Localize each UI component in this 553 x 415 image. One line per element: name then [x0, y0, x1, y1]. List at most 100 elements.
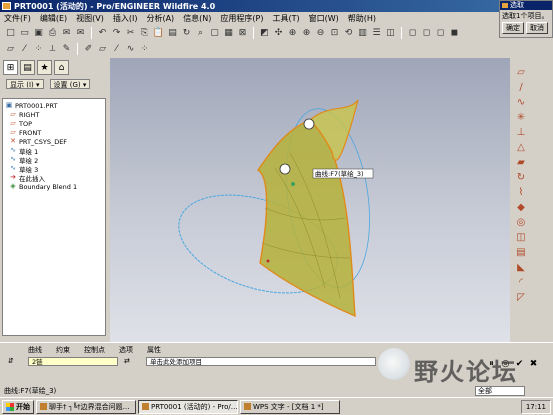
folder-browser-tab-icon[interactable]: ▤	[20, 60, 35, 75]
cancel-button[interactable]: 取消	[526, 22, 548, 34]
boundary-blend-icon: ◈	[10, 182, 16, 190]
undo-icon[interactable]: ↶	[96, 26, 109, 39]
wireframe-icon[interactable]: ◻	[406, 26, 419, 39]
tab-properties[interactable]: 属性	[147, 345, 161, 354]
menu-window[interactable]: 窗口(W)	[309, 13, 339, 24]
orient-icon[interactable]: ⊕	[286, 26, 299, 39]
control-point-handle[interactable]	[303, 118, 315, 130]
no-hidden-icon[interactable]: ◻	[434, 26, 447, 39]
datum-plane-display-icon[interactable]: ▱	[4, 42, 17, 55]
email-link-icon[interactable]: ✉	[74, 26, 87, 39]
hole-icon[interactable]: ◎	[515, 216, 528, 229]
taskbar-item[interactable]: 聊手† ┐╚†边界混合问题…	[36, 399, 136, 414]
datum-axis-icon[interactable]: /	[515, 81, 528, 94]
datum-plane-icon[interactable]: ▱	[515, 66, 528, 79]
round-icon[interactable]: ◜	[515, 276, 528, 289]
taskbar: 开始 聊手† ┐╚†边界混合问题… PRT0001 (活动的) - Pro/… …	[0, 397, 553, 415]
first-direction-collector[interactable]: 2链	[28, 356, 118, 366]
tree-item[interactable]: ◈ Boundary Blend 1	[5, 182, 103, 191]
selection-filter[interactable]: 全部	[475, 386, 525, 396]
hidden-line-icon[interactable]: ◻	[420, 26, 433, 39]
graphics-viewport[interactable]: 曲线:F7(草绘_3)	[110, 58, 510, 342]
taskbar-item-active[interactable]: PRT0001 (活动的) - Pro/…	[138, 399, 238, 414]
sweep-icon[interactable]: ⌇	[515, 186, 528, 199]
rib-icon[interactable]: ▤	[515, 246, 528, 259]
ok-button[interactable]: 确定	[502, 22, 524, 34]
menu-insert[interactable]: 插入(I)	[113, 13, 138, 24]
new-icon[interactable]: □	[4, 26, 17, 39]
tree-item[interactable]: ▣ PRT0001.PRT	[5, 101, 103, 110]
open-icon[interactable]: ▭	[18, 26, 31, 39]
annotation-display-icon[interactable]: ✎	[60, 42, 73, 55]
menu-info[interactable]: 信息(N)	[183, 13, 211, 24]
redo-icon[interactable]: ↷	[110, 26, 123, 39]
tree-item[interactable]: ▱ FRONT	[5, 128, 103, 137]
control-point-handle[interactable]	[279, 163, 291, 175]
start-button[interactable]: 开始	[2, 399, 34, 414]
analysis-icon[interactable]: △	[515, 141, 528, 154]
regenerate-icon[interactable]: ↻	[180, 26, 193, 39]
email-icon[interactable]: ✉	[60, 26, 73, 39]
reorient-icon[interactable]: ⟲	[342, 26, 355, 39]
blend-icon[interactable]: ◆	[515, 201, 528, 214]
draft-icon[interactable]: ◣	[515, 261, 528, 274]
menu-applications[interactable]: 应用程序(P)	[220, 13, 263, 24]
shading-icon[interactable]: ◼	[448, 26, 461, 39]
menu-help[interactable]: 帮助(H)	[348, 13, 376, 24]
menu-file[interactable]: 文件(F)	[4, 13, 31, 24]
csys-display-icon[interactable]: ⟂	[46, 42, 59, 55]
taskbar-item[interactable]: WPS 文字 - [文档 1 *]	[240, 399, 340, 414]
menu-tools[interactable]: 工具(T)	[273, 13, 300, 24]
tab-curves[interactable]: 曲线	[28, 345, 42, 354]
layers-icon[interactable]: ☰	[370, 26, 383, 39]
chamfer-icon[interactable]: ◸	[515, 291, 528, 304]
datum-point-display-icon[interactable]: ⁘	[32, 42, 45, 55]
selection-dialog-title: 选取	[500, 1, 552, 10]
view-manager-icon[interactable]: ◫	[384, 26, 397, 39]
paste-icon[interactable]: 📋	[152, 26, 165, 39]
extrude-icon[interactable]: ▰	[515, 156, 528, 169]
zoom-in-icon[interactable]: ⊕	[300, 26, 313, 39]
tree-item[interactable]: ▱ RIGHT	[5, 110, 103, 119]
datum-plane-tool-icon[interactable]: ▱	[96, 42, 109, 55]
datum-point-icon[interactable]: ✳	[515, 111, 528, 124]
datum-curve-icon[interactable]: ∿	[515, 96, 528, 109]
print-icon[interactable]: ⎙	[46, 26, 59, 39]
menu-analysis[interactable]: 分析(A)	[146, 13, 174, 24]
find-icon[interactable]: ⌕	[194, 26, 207, 39]
window-icon[interactable]: ▦	[222, 26, 235, 39]
saved-views-icon[interactable]: ▥	[356, 26, 369, 39]
datum-axis-display-icon[interactable]: ⁄	[18, 42, 31, 55]
second-direction-collector[interactable]: 单击此处添加项目	[146, 356, 376, 366]
copy-icon[interactable]: ⎘	[138, 26, 151, 39]
sketch-tool-icon[interactable]: ✐	[82, 42, 95, 55]
tab-constraints[interactable]: 约束	[56, 345, 70, 354]
shell-icon[interactable]: ◫	[515, 231, 528, 244]
model-tree-tab-icon[interactable]: ⊞	[3, 60, 18, 75]
model-canvas[interactable]: 曲线:F7(草绘_3)	[110, 58, 510, 342]
close-window-icon[interactable]: ⊠	[236, 26, 249, 39]
tree-item[interactable]: ▱ TOP	[5, 119, 103, 128]
settings-dropdown[interactable]: 设置 (G) ▾	[49, 79, 91, 89]
refit-icon[interactable]: ⊡	[328, 26, 341, 39]
paste-special-icon[interactable]: ▤	[166, 26, 179, 39]
favorites-tab-icon[interactable]: ★	[37, 60, 52, 75]
datum-axis-tool-icon[interactable]: ⁄	[110, 42, 123, 55]
spin-center-icon[interactable]: ✣	[272, 26, 285, 39]
tab-options[interactable]: 选项	[119, 345, 133, 354]
repaint-icon[interactable]: ◩	[258, 26, 271, 39]
datum-curve-tool-icon[interactable]: ∿	[124, 42, 137, 55]
history-tab-icon[interactable]: ⌂	[54, 60, 69, 75]
zoom-out-icon[interactable]: ⊖	[314, 26, 327, 39]
datum-point-tool-icon[interactable]: ⁘	[138, 42, 151, 55]
menu-view[interactable]: 视图(V)	[76, 13, 104, 24]
csys-icon[interactable]: ⊥	[515, 126, 528, 139]
tab-control-points[interactable]: 控制点	[84, 345, 105, 354]
revolve-icon[interactable]: ↻	[515, 171, 528, 184]
show-dropdown[interactable]: 显示 (I) ▾	[6, 79, 44, 89]
save-icon[interactable]: ▣	[32, 26, 45, 39]
cut-icon[interactable]: ✂	[124, 26, 137, 39]
tree-item[interactable]: ➔ 在此插入	[5, 173, 103, 183]
menu-edit[interactable]: 编辑(E)	[40, 13, 67, 24]
select-box-icon[interactable]: ▢	[208, 26, 221, 39]
